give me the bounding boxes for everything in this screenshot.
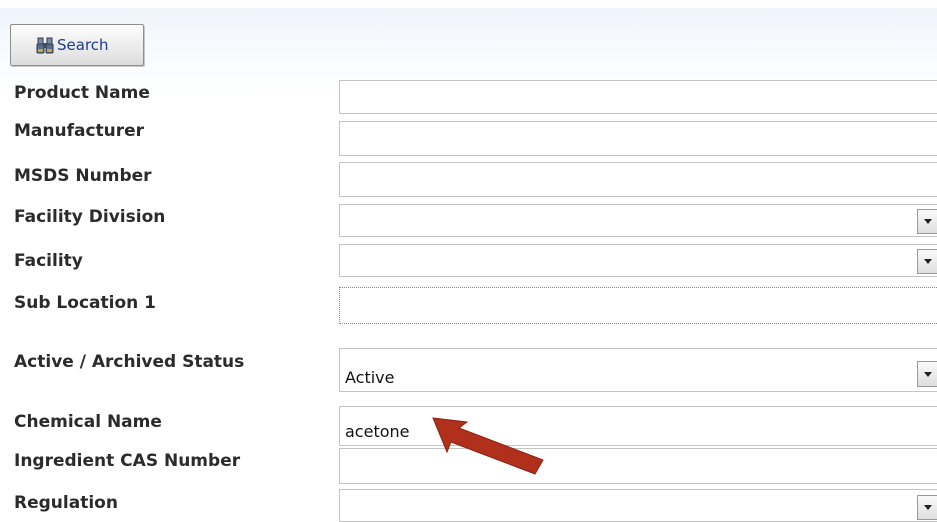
facility-select[interactable]	[339, 244, 937, 277]
regulation-dropdown-button[interactable]	[917, 495, 937, 520]
manufacturer-label: Manufacturer	[14, 121, 145, 141]
msds-number-input[interactable]	[339, 162, 937, 197]
regulation-select[interactable]	[339, 489, 937, 522]
facility-division-dropdown-button[interactable]	[917, 209, 937, 234]
chemical-name-label: Chemical Name	[14, 412, 162, 432]
chevron-down-icon	[923, 259, 932, 264]
search-button[interactable]: Search	[10, 24, 144, 66]
red-arrow-icon	[432, 417, 544, 475]
binoculars-icon	[35, 35, 55, 55]
ingredient-cas-number-label: Ingredient CAS Number	[14, 451, 241, 471]
msds-number-label: MSDS Number	[14, 166, 152, 186]
product-name-label: Product Name	[14, 83, 150, 103]
regulation-label: Regulation	[14, 493, 118, 513]
sub-location-1-label: Sub Location 1	[14, 293, 156, 313]
status-select[interactable]: Active	[339, 348, 937, 392]
chevron-down-icon	[923, 219, 932, 224]
status-label: Active / Archived Status	[14, 352, 245, 372]
manufacturer-input[interactable]	[339, 121, 937, 156]
sub-location-1-input[interactable]	[339, 287, 937, 324]
chevron-down-icon	[923, 371, 932, 377]
facility-dropdown-button[interactable]	[917, 249, 937, 274]
search-button-label: Search	[57, 36, 109, 54]
product-name-input[interactable]	[339, 80, 937, 114]
facility-label: Facility	[14, 251, 83, 271]
status-dropdown-button[interactable]	[917, 361, 937, 387]
chevron-down-icon	[923, 505, 932, 510]
facility-division-select[interactable]	[339, 204, 937, 237]
facility-division-label: Facility Division	[14, 207, 166, 227]
